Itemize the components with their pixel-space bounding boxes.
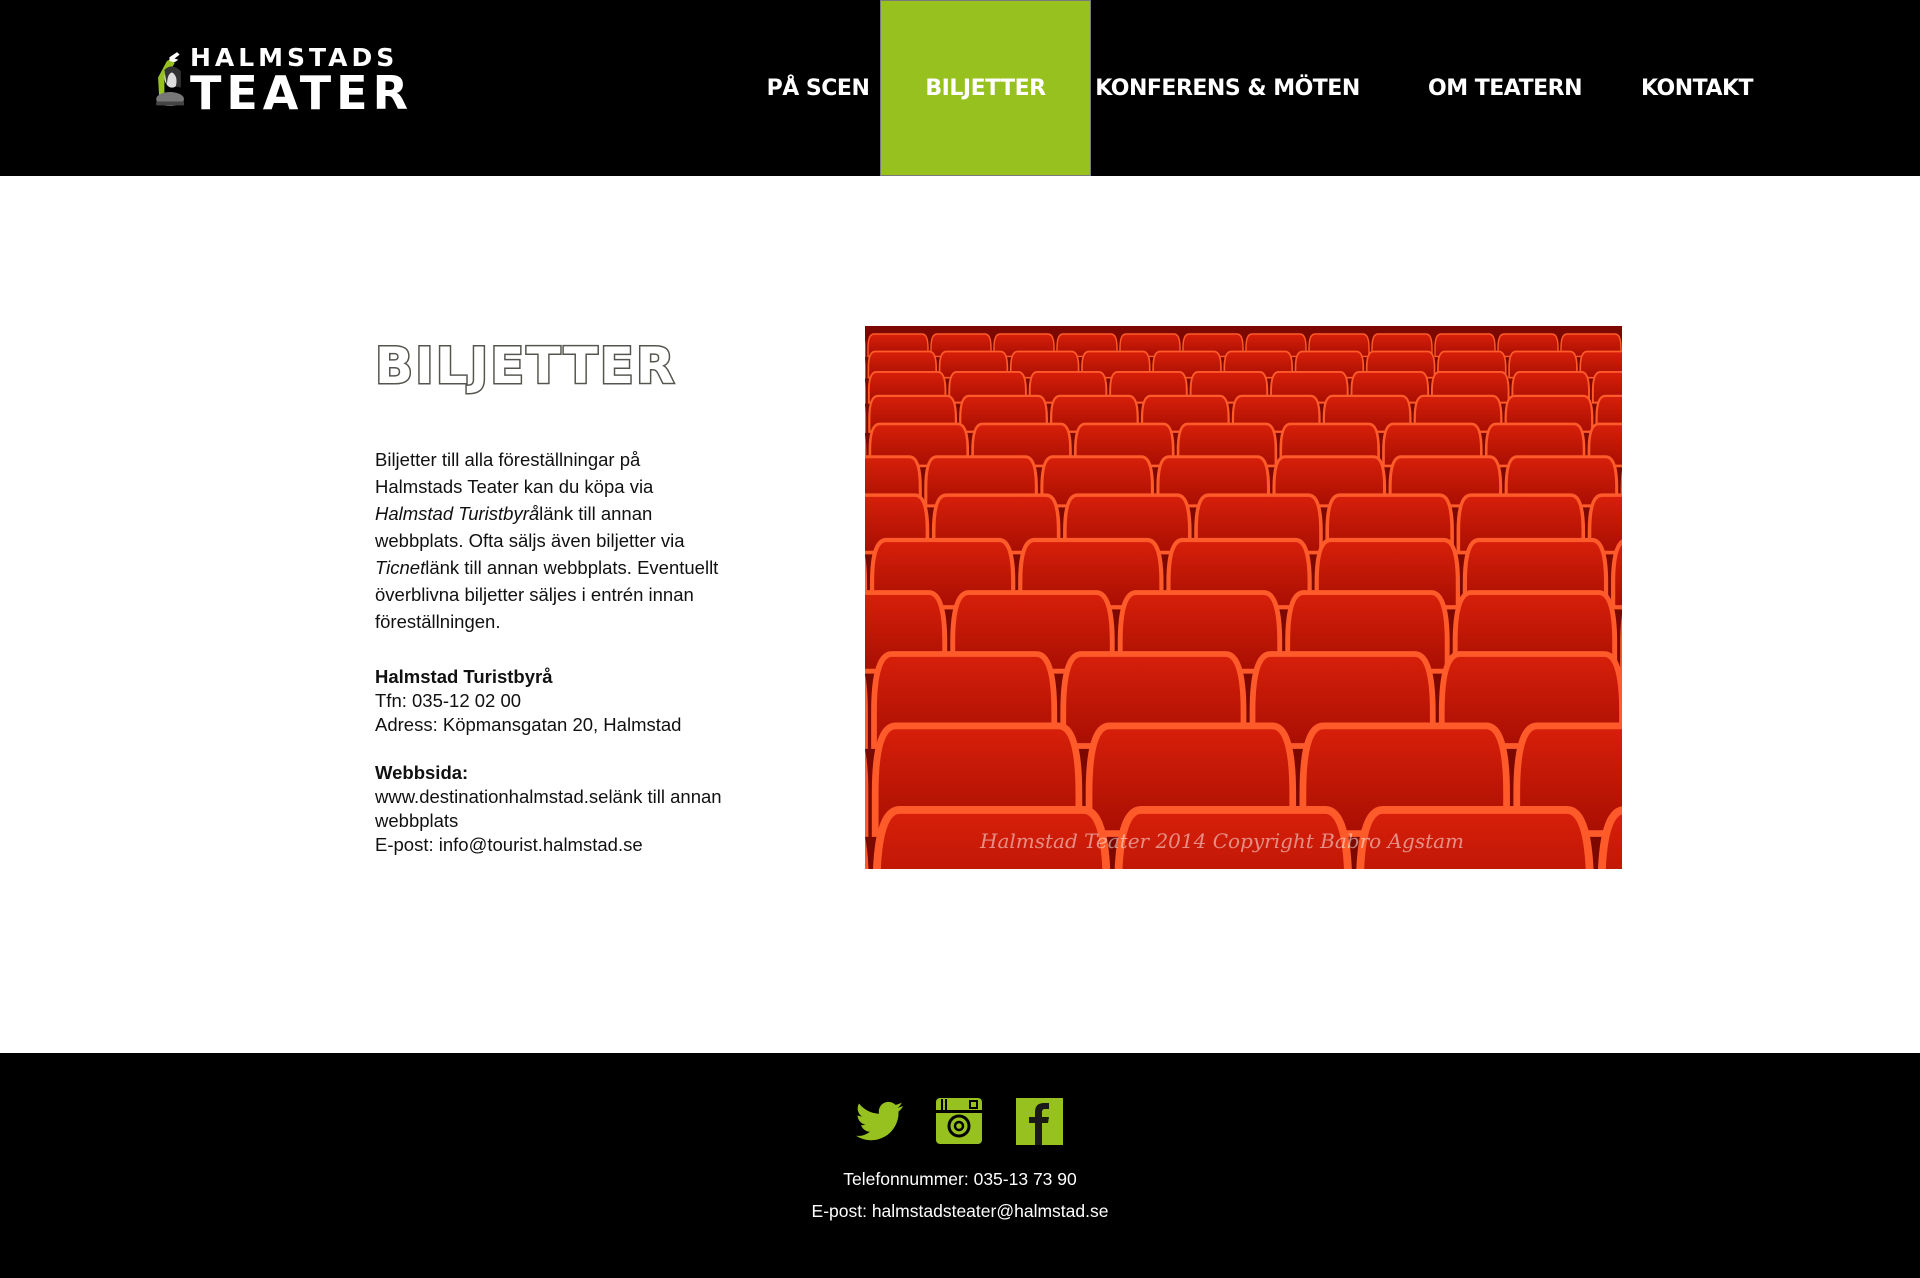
contact-address: Adress: Köpmansgatan 20, Halmstad (375, 714, 682, 735)
facebook-icon[interactable] (1015, 1096, 1065, 1146)
nav-konferens-moten[interactable]: KONFERENS & MÖTEN (1095, 0, 1360, 176)
theater-mask-logo-icon (156, 52, 185, 106)
link-suffix: länk till annan webbplats (425, 557, 627, 578)
destination-link[interactable]: www.destinationhalmstad.selänk till anna… (375, 786, 722, 831)
seats-illustration (865, 326, 1622, 869)
web-label: Webbsida: (375, 762, 469, 783)
nav-biljetter[interactable]: BILJETTER (880, 0, 1091, 176)
intro-part: Biljetter till alla föreställningar på H… (375, 449, 654, 497)
site-footer: Telefonnummer: 035-13 73 90 E-post: halm… (0, 1053, 1920, 1278)
site-header: HALMSTADS TEATER PÅ SCEN BILJETTER KONFE… (0, 0, 1920, 176)
link-text: Halmstad Turistbyrå (375, 503, 540, 524)
contact-email: E-post: info@tourist.halmstad.se (375, 834, 643, 855)
email-label: E-post: (811, 1201, 872, 1221)
contact-phone: Tfn: 035-12 02 00 (375, 690, 522, 711)
nav-kontakt[interactable]: KONTAKT (1635, 0, 1759, 176)
contact-block: Halmstad Turistbyrå Tfn: 035-12 02 00 Ad… (375, 665, 725, 737)
link-text: Ticnet (375, 557, 426, 578)
twitter-icon[interactable] (855, 1096, 905, 1146)
phone-label: Telefonnummer: (843, 1169, 974, 1189)
logo-line2: TEATER (189, 65, 413, 120)
nav-pa-scen[interactable]: PÅ SCEN (760, 0, 876, 176)
intro-part: . Ofta säljs även biljetter via (458, 530, 685, 551)
contact-name: Halmstad Turistbyrå (375, 666, 553, 687)
footer-email: E-post: halmstadsteater@halmstad.se (0, 1201, 1920, 1222)
nav-om-teatern[interactable]: OM TEATERN (1425, 0, 1585, 176)
site-logo[interactable]: HALMSTADS TEATER (153, 34, 413, 126)
phone-link[interactable]: 035-13 73 90 (974, 1169, 1077, 1189)
email-link[interactable]: halmstadsteater@halmstad.se (872, 1201, 1109, 1221)
image-copyright: Halmstad Teater 2014 Copyright Babro Ags… (980, 829, 1465, 853)
web-block: Webbsida: www.destinationhalmstad.selänk… (375, 761, 725, 857)
ticnet-link[interactable]: Ticnetlänk till annan webbplats (375, 557, 627, 578)
theater-seats-image: Halmstad Teater 2014 Copyright Babro Ags… (865, 326, 1622, 869)
intro-text: Biljetter till alla föreställningar på H… (375, 446, 725, 635)
footer-phone: Telefonnummer: 035-13 73 90 (0, 1169, 1920, 1190)
page-title: BILJETTER (373, 336, 677, 397)
instagram-icon[interactable] (935, 1096, 985, 1146)
ticket-info: Biljetter till alla föreställningar på H… (375, 446, 725, 881)
link-text: www.destinationhalmstad.se (375, 786, 609, 807)
